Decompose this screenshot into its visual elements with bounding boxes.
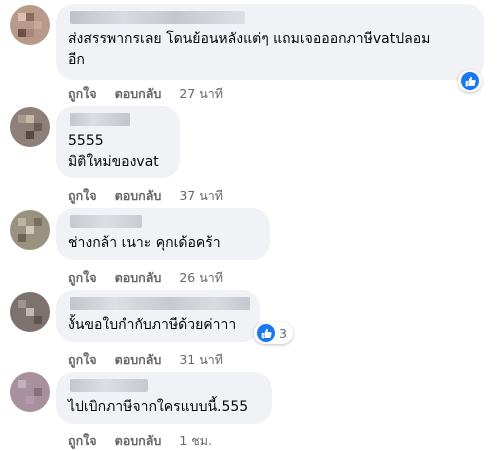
comment-text: ไปเบิกภาษีจากใครแบบนี้.555 [68, 399, 249, 415]
avatar[interactable] [10, 372, 50, 412]
comment-bubble[interactable]: ไปเบิกภาษีจากใครแบบนี้.555 [56, 372, 272, 424]
like-link[interactable]: ถูกใจ [68, 350, 97, 370]
reply-link[interactable]: ตอบกลับ [115, 84, 162, 104]
author-name-redacted[interactable] [68, 297, 250, 310]
reply-link[interactable]: ตอบกลับ [115, 350, 162, 370]
comment-text: 5555 มิติใหม่ของvat [68, 133, 159, 170]
author-name-redacted[interactable] [68, 215, 258, 228]
comment-text: งั้นขอใบกำกับภาษีด้วยค่าาา [68, 317, 237, 333]
comment-actions: ถูกใจ ตอบกลับ 26 นาที [68, 268, 241, 288]
comment-actions: ถูกใจ ตอบกลับ 1 ชม. [68, 431, 230, 451]
reply-link[interactable]: ตอบกลับ [115, 431, 162, 451]
timestamp[interactable]: 37 นาที [179, 186, 223, 206]
timestamp[interactable]: 27 นาที [179, 84, 223, 104]
reply-link[interactable]: ตอบกลับ [115, 186, 162, 206]
comment-actions: ถูกใจ ตอบกลับ 27 นาที [68, 84, 241, 104]
avatar[interactable] [10, 107, 50, 147]
avatar[interactable] [10, 5, 50, 45]
comment-text: ช่างกล้า เนาะ คุกเด้อคร้า [68, 235, 221, 251]
comment-bubble[interactable]: 5555 มิติใหม่ของvat [56, 106, 180, 178]
thumbs-up-icon [461, 72, 479, 90]
like-link[interactable]: ถูกใจ [68, 84, 97, 104]
timestamp[interactable]: 31 นาที [179, 350, 223, 370]
comment-bubble[interactable]: งั้นขอใบกำกับภาษีด้วยค่าาา [56, 290, 260, 342]
avatar[interactable] [10, 292, 50, 332]
author-name-redacted[interactable] [68, 379, 260, 392]
comment-bubble[interactable]: ส่งสรรพากรเลย โดนย้อนหลังแต่ๆ แถมเจอออกภ… [56, 4, 484, 80]
comment-bubble[interactable]: ช่างกล้า เนาะ คุกเด้อคร้า [56, 208, 270, 260]
reaction-badge[interactable]: 3 [254, 322, 293, 344]
reaction-badge[interactable] [458, 70, 482, 92]
comment-actions: ถูกใจ ตอบกลับ 37 นาที [68, 186, 241, 206]
timestamp[interactable]: 26 นาที [179, 268, 223, 288]
author-name-redacted[interactable] [68, 113, 168, 126]
author-name-redacted[interactable] [68, 11, 472, 24]
reaction-count: 3 [279, 325, 287, 341]
comment-text: ส่งสรรพากรเลย โดนย้อนหลังแต่ๆ แถมเจอออกภ… [68, 31, 431, 68]
like-link[interactable]: ถูกใจ [68, 186, 97, 206]
avatar[interactable] [10, 210, 50, 250]
like-link[interactable]: ถูกใจ [68, 268, 97, 288]
like-link[interactable]: ถูกใจ [68, 431, 97, 451]
comment-actions: ถูกใจ ตอบกลับ 31 นาที [68, 350, 241, 370]
reply-link[interactable]: ตอบกลับ [115, 268, 162, 288]
thumbs-up-icon [257, 324, 275, 342]
timestamp[interactable]: 1 ชม. [179, 431, 212, 451]
